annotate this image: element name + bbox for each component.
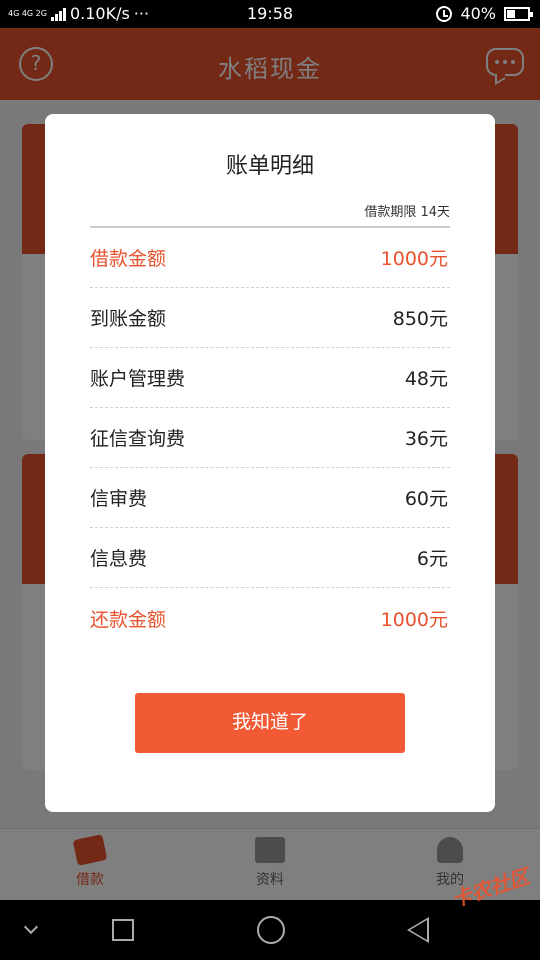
row-value: 48元 bbox=[404, 368, 448, 390]
row-label: 借款金额 bbox=[90, 248, 167, 270]
battery-percent: 40% bbox=[460, 4, 496, 23]
row-value: 850元 bbox=[392, 308, 448, 330]
row-received-amount: 到账金额 850元 bbox=[90, 288, 450, 348]
bill-rows: 借款金额 1000元 到账金额 850元 账户管理费 48元 征信查询费 36元… bbox=[90, 228, 450, 648]
bill-detail-dialog: 账单明细 借款期限 14天 借款金额 1000元 到账金额 850元 账户管理费… bbox=[45, 114, 495, 812]
got-it-button[interactable]: 我知道了 bbox=[135, 693, 405, 753]
dialog-title: 账单明细 bbox=[225, 154, 314, 179]
row-value: 36元 bbox=[404, 428, 448, 450]
row-label: 账户管理费 bbox=[90, 368, 186, 390]
row-value: 60元 bbox=[404, 488, 448, 510]
alarm-icon bbox=[436, 5, 453, 22]
row-info-fee: 信息费 6元 bbox=[90, 528, 450, 588]
loan-term: 借款期限 14天 bbox=[364, 205, 450, 220]
row-label: 信息费 bbox=[90, 548, 148, 570]
row-label: 信审费 bbox=[90, 488, 148, 510]
row-review-fee: 信审费 60元 bbox=[90, 468, 450, 528]
chevron-down-icon[interactable] bbox=[23, 919, 39, 935]
row-label: 到账金额 bbox=[90, 308, 167, 330]
row-credit-check-fee: 征信查询费 36元 bbox=[90, 408, 450, 468]
back-icon[interactable] bbox=[407, 917, 429, 943]
status-right: 40% bbox=[436, 4, 533, 23]
status-bar: 4G 4G 2G 0.10K/s ··· 19:58 40% bbox=[0, 0, 540, 28]
recents-icon[interactable] bbox=[112, 919, 134, 941]
row-repayment-amount: 还款金额 1000元 bbox=[90, 588, 450, 648]
row-loan-amount: 借款金额 1000元 bbox=[90, 228, 450, 288]
row-label: 还款金额 bbox=[90, 608, 167, 631]
row-value: 1000元 bbox=[380, 608, 448, 631]
row-value: 1000元 bbox=[380, 248, 448, 270]
row-label: 征信查询费 bbox=[90, 428, 186, 450]
row-value: 6元 bbox=[416, 548, 448, 570]
row-management-fee: 账户管理费 48元 bbox=[90, 348, 450, 408]
home-icon[interactable] bbox=[257, 916, 285, 944]
battery-icon bbox=[504, 6, 533, 21]
